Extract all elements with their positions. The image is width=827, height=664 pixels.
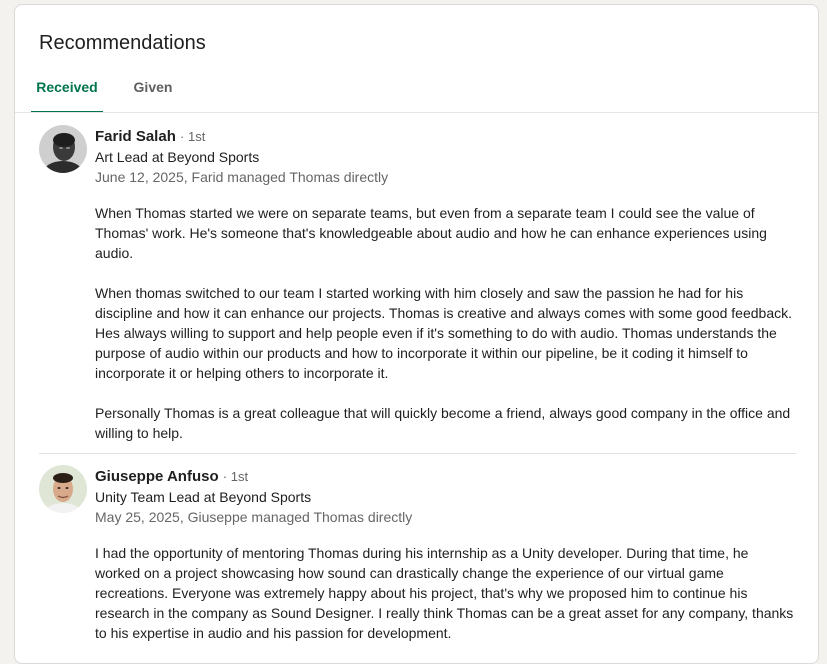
tab-given[interactable]: Given	[125, 65, 181, 113]
recommendation-meta: June 12, 2025, Farid managed Thomas dire…	[95, 169, 389, 185]
connection-degree: · 1st	[222, 469, 249, 484]
recommendation-paragraph: When Thomas started we were on separate …	[95, 205, 767, 261]
tab-bar: Received Given	[15, 65, 818, 113]
recommender-headline: Art Lead at Beyond Sports	[95, 149, 260, 165]
recommendation-paragraph: Personally Thomas is a great colleague t…	[95, 405, 791, 441]
avatar[interactable]	[39, 465, 87, 513]
recommendation-paragraph: When thomas switched to our team I start…	[95, 285, 793, 381]
recommender-headline: Unity Team Lead at Beyond Sports	[95, 489, 312, 505]
recommendation-paragraph: I had the opportunity of mentoring Thoma…	[95, 545, 794, 641]
recommender-name[interactable]: Giuseppe Anfuso	[95, 468, 219, 485]
tab-received[interactable]: Received	[31, 65, 103, 113]
recommendation-text: I had the opportunity of mentoring Thoma…	[95, 543, 795, 663]
recommendation-meta: May 25, 2025, Giuseppe managed Thomas di…	[95, 509, 413, 525]
recommendations-card: Recommendations Received Given Farid Sal…	[14, 4, 819, 664]
recommendation-divider	[39, 453, 796, 454]
recommender-name[interactable]: Farid Salah	[95, 128, 176, 145]
recommendation-text: When Thomas started we were on separate …	[95, 203, 795, 463]
tabs-divider	[15, 112, 818, 113]
section-title: Recommendations	[39, 32, 206, 54]
avatar[interactable]	[39, 125, 87, 173]
connection-degree: · 1st	[180, 129, 206, 144]
